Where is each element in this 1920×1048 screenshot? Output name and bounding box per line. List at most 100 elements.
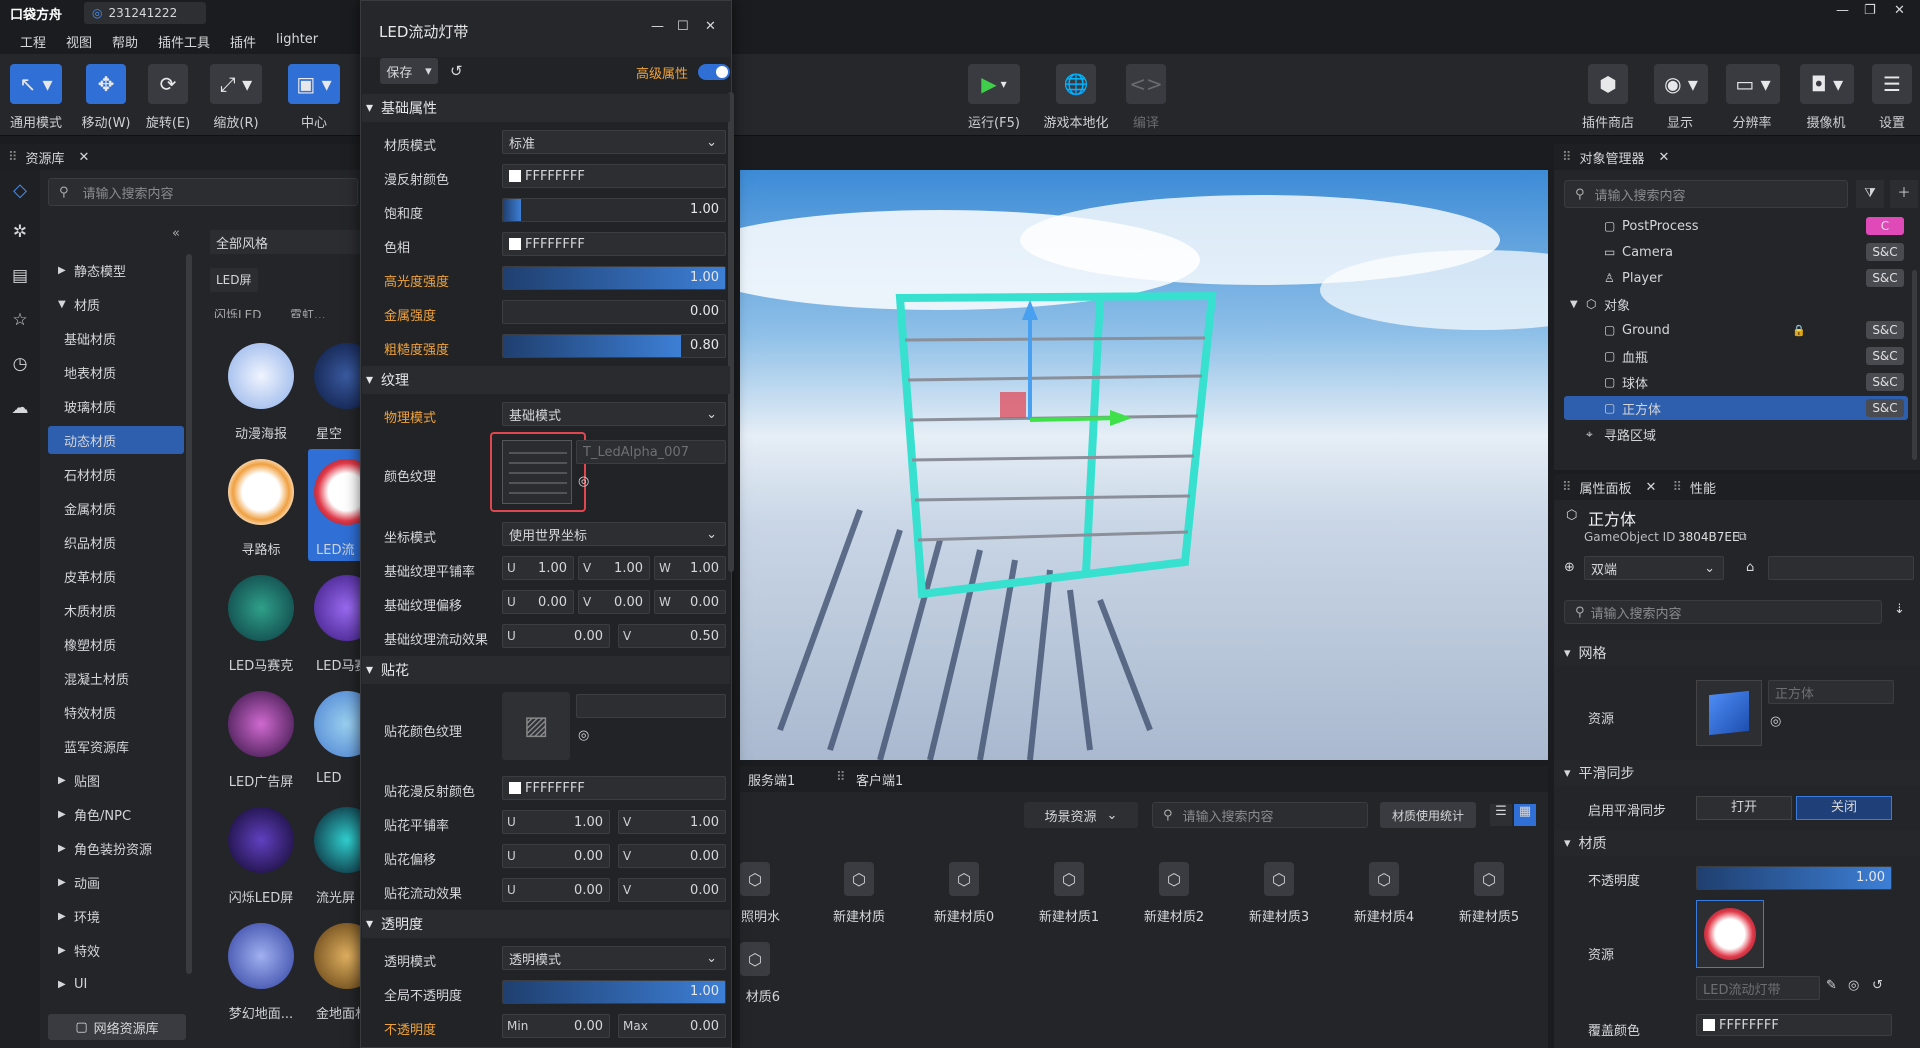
tab-client-1[interactable]: 客户端1 (856, 770, 903, 789)
pin-icon[interactable]: ⇣ (1894, 602, 1905, 617)
asset-thumbnail[interactable] (228, 923, 294, 989)
decal-tiling-u[interactable]: U 1.00 (502, 810, 610, 834)
favorite-icon[interactable]: ☆ (0, 298, 40, 342)
close-tab-icon[interactable]: ✕ (1659, 150, 1670, 165)
upload-icon[interactable]: ☁ (0, 386, 40, 430)
compile-button[interactable]: <> (1126, 64, 1166, 104)
object-row[interactable]: ▭ Camera S&C (1564, 240, 1908, 264)
decal-offset-v[interactable]: V 0.00 (618, 844, 726, 868)
advanced-toggle[interactable] (698, 64, 730, 80)
cover-color-field[interactable]: FFFFFFFF (1696, 1014, 1892, 1036)
locate-icon[interactable]: ◎ (578, 474, 589, 489)
display-button[interactable]: ◉ ▾ (1654, 64, 1708, 104)
opacity-max[interactable]: Max 0.00 (618, 1014, 726, 1038)
grid-view-icon[interactable]: ▦ (1514, 804, 1536, 826)
tree-item[interactable]: 石材材质 (48, 460, 184, 488)
tiling-u[interactable]: U 1.00 (502, 556, 574, 580)
decal-diffuse-field[interactable]: FFFFFFFF (502, 776, 726, 800)
hue-field[interactable]: FFFFFFFF (502, 232, 726, 256)
asset-thumbnail[interactable] (228, 575, 294, 641)
material-item[interactable]: ⬡ 新建材质0 (914, 862, 1014, 925)
tree-item[interactable]: 地表材质 (48, 358, 184, 386)
mesh-thumb[interactable] (1696, 680, 1762, 746)
decal-flow-u[interactable]: U 0.00 (502, 878, 610, 902)
maximize-icon[interactable]: ☐ (677, 19, 689, 34)
material-item[interactable]: ⬡ 新建材质2 (1124, 862, 1224, 925)
camera-button[interactable]: ◘ ▾ (1800, 64, 1854, 104)
menu-project[interactable]: 工程 (20, 32, 46, 51)
decal-offset-u[interactable]: U 0.00 (502, 844, 610, 868)
tiling-w[interactable]: W 1.00 (654, 556, 726, 580)
object-row[interactable]: ▢ 球体 S&C (1564, 370, 1908, 394)
locate-icon[interactable]: ◎ (1770, 714, 1781, 729)
minimize-icon[interactable]: — (651, 19, 664, 34)
asset-library-tab[interactable]: ⠿ 资源库 ✕ (0, 144, 362, 170)
tab-performance[interactable]: 性能 (1690, 478, 1716, 497)
decal-flow-v[interactable]: V 0.00 (618, 878, 726, 902)
material-name-field[interactable]: LED流动灯带 (1696, 976, 1820, 1000)
tree-item[interactable]: 动态材质 (48, 426, 184, 454)
asset-search-input[interactable]: ⚲ 请输入搜索内容 (48, 178, 358, 206)
component-icon[interactable]: ✲ (0, 210, 40, 254)
material-category-icon[interactable]: ◇ (0, 170, 40, 210)
reset-icon[interactable]: ↺ (1872, 978, 1883, 993)
tree-item[interactable]: ▶ UI (48, 970, 184, 998)
offset-u[interactable]: U 0.00 (502, 590, 574, 614)
object-manager-tab[interactable]: ⠿ 对象管理器 ✕ (1554, 144, 1920, 170)
asset-thumbnail[interactable] (228, 691, 294, 757)
copy-icon[interactable]: ⧉ (1738, 529, 1747, 544)
object-scrollbar[interactable] (1912, 270, 1917, 460)
close-icon[interactable]: ✕ (1894, 3, 1905, 18)
locate-icon[interactable]: ◎ (1848, 978, 1859, 993)
pivot-button[interactable]: ▣ ▾ (288, 64, 340, 104)
tab-properties[interactable]: 属性面板 (1580, 478, 1632, 497)
property-search-input[interactable]: ⚲ 请输入搜索内容 (1564, 600, 1882, 624)
menu-lighter[interactable]: lighter (276, 32, 318, 47)
material-item[interactable]: ⬡ 新建材质 (809, 862, 909, 925)
scale-button[interactable]: ⤢ ▾ (210, 64, 262, 104)
opacity-mode-select[interactable]: 透明模式 ⌄ (502, 946, 726, 970)
object-row[interactable]: ▢ 血瓶 S&C (1564, 344, 1908, 368)
offset-v[interactable]: V 0.00 (578, 590, 650, 614)
tree-item[interactable]: ▶ 角色装扮资源 (48, 834, 184, 862)
tree-item[interactable]: 玻璃材质 (48, 392, 184, 420)
asset-thumbnail[interactable] (228, 459, 294, 525)
object-row[interactable]: ▢ 正方体 S&C (1564, 396, 1908, 420)
close-tab-icon[interactable]: ✕ (1646, 480, 1657, 495)
material-item[interactable]: ⬡ 新建材质3 (1229, 862, 1329, 925)
run-button[interactable]: ▶ ▾ (968, 64, 1020, 104)
object-row[interactable]: ⌖ 寻路区域 (1564, 422, 1908, 446)
object-row[interactable]: ♙ Player S&C (1564, 266, 1908, 290)
rotate-button[interactable]: ⟳ (148, 64, 188, 104)
specular-slider[interactable]: 1.00 (502, 266, 726, 290)
select-mode-button[interactable]: ↖ ▾ (10, 64, 62, 104)
collapse-icon[interactable]: « (172, 226, 180, 241)
edit-icon[interactable]: ✎ (1826, 978, 1837, 993)
resolution-button[interactable]: ▭ ▾ (1726, 64, 1780, 104)
close-tab-icon[interactable]: ✕ (79, 150, 90, 165)
close-icon[interactable]: ✕ (705, 19, 716, 34)
menu-view[interactable]: 视图 (66, 32, 92, 51)
tab-server-1[interactable]: 服务端1 (748, 770, 795, 789)
history-icon[interactable]: ◷ (0, 342, 40, 386)
net-library-button[interactable]: ▢ 网络资源库 (48, 1014, 186, 1040)
filter-icon[interactable]: ⧩ (1856, 180, 1884, 208)
content-search-input[interactable]: ⚲ 请输入搜索内容 (1152, 802, 1368, 828)
restore-icon[interactable]: ❐ (1864, 3, 1876, 18)
lock-icon[interactable]: 🔒 (1792, 324, 1806, 337)
material-item[interactable]: ⬡ 新建材质4 (1334, 862, 1434, 925)
net-mode-select[interactable]: 双端 ⌄ (1584, 556, 1724, 580)
save-button[interactable]: 保存 ▾ (380, 58, 438, 84)
tree-item[interactable]: ▼ 材质 (48, 290, 184, 318)
section-basic[interactable]: ▾ 基础属性 (362, 94, 730, 122)
tree-item[interactable]: ▶ 动画 (48, 868, 184, 896)
led-tag[interactable]: LED屏 (210, 268, 258, 292)
tree-item[interactable]: ▶ 静态模型 (48, 256, 184, 284)
locate-icon[interactable]: ◎ (578, 728, 589, 743)
tree-item[interactable]: 织品材质 (48, 528, 184, 556)
flow-u[interactable]: U 0.00 (502, 624, 610, 648)
scene-viewport[interactable] (740, 170, 1548, 760)
mesh-name-field[interactable]: 正方体 (1768, 680, 1894, 704)
tree-item[interactable]: ▶ 环境 (48, 902, 184, 930)
material-stats-button[interactable]: 材质使用统计 (1380, 802, 1476, 828)
